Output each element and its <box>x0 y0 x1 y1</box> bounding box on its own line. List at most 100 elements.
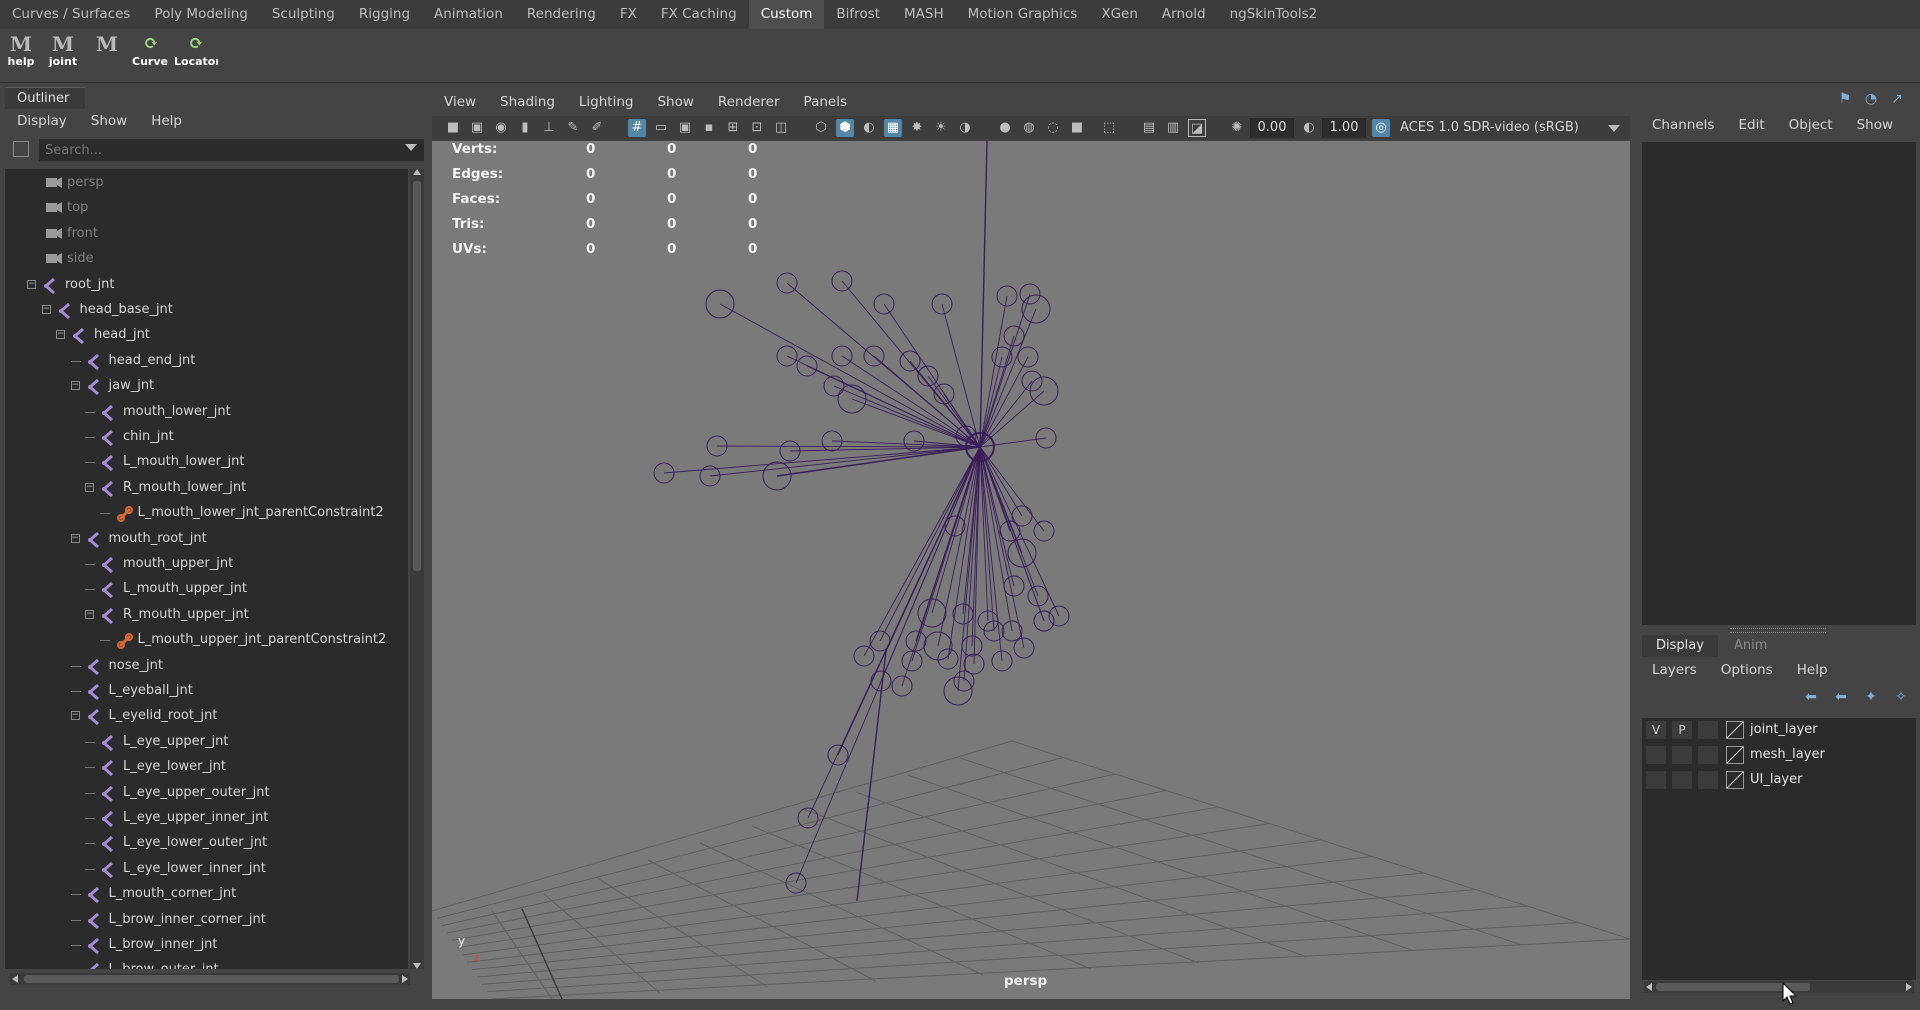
film-gate-icon[interactable]: ▭ <box>652 119 670 137</box>
layer-tab-anim[interactable]: Anim <box>1720 635 1790 657</box>
search-dropdown-icon[interactable] <box>405 144 417 151</box>
shelf-tab-rendering[interactable]: Rendering <box>515 0 608 29</box>
shelf-tab-mash[interactable]: MASH <box>892 0 956 29</box>
exposure-field[interactable]: 0.00 <box>1250 118 1294 138</box>
exposure-icon[interactable]: ✺ <box>1228 119 1246 137</box>
outliner-item[interactable]: head_end_jnt <box>5 349 405 374</box>
shelf-tab-animation[interactable]: Animation <box>422 0 515 29</box>
layer-row[interactable]: mesh_layer <box>1642 743 1916 767</box>
layer-menu-help[interactable]: Help <box>1785 662 1840 678</box>
layer-row[interactable]: V Pjoint_layer <box>1642 718 1916 742</box>
outliner-hscroll-thumb[interactable] <box>24 975 399 983</box>
grease-pencil-icon[interactable]: ✎ <box>564 119 582 137</box>
outliner-item[interactable]: side <box>5 247 405 272</box>
channel-box-menu-edit[interactable]: Edit <box>1726 117 1776 133</box>
shelf-tab-fx[interactable]: FX <box>608 0 649 29</box>
layer-visibility-toggle[interactable] <box>1646 746 1666 764</box>
two-d-pan-icon[interactable]: ⊥ <box>540 119 558 137</box>
move-layer-up-icon[interactable]: ⬅ <box>1802 688 1820 706</box>
image-plane-icon[interactable]: ▮ <box>516 119 534 137</box>
layer-playback-toggle[interactable] <box>1672 746 1692 764</box>
new-layer-selected-icon[interactable]: ✧ <box>1892 688 1910 706</box>
backface-culling-icon[interactable]: ◪ <box>1188 119 1206 137</box>
panel-splitter-handle[interactable] <box>1730 628 1826 633</box>
scroll-up-icon[interactable] <box>413 169 421 175</box>
collapse-toggle-icon[interactable]: − <box>70 533 80 543</box>
wireframe-on-shaded-icon[interactable]: ◐ <box>860 119 878 137</box>
outliner-item[interactable]: nose_jnt <box>5 654 405 679</box>
shelf-tab-xgen[interactable]: XGen <box>1089 0 1150 29</box>
outliner-menu-show[interactable]: Show <box>79 113 139 129</box>
layer-menu-options[interactable]: Options <box>1709 662 1785 678</box>
layer-row[interactable]: UI_layer <box>1642 768 1916 792</box>
search-input[interactable] <box>39 139 424 161</box>
shelf-tab-custom[interactable]: Custom <box>748 0 825 29</box>
shelf-tab-ngskintools2[interactable]: ngSkinTools2 <box>1218 0 1330 29</box>
textured-icon[interactable]: ▦ <box>884 119 902 137</box>
outliner-item[interactable]: L_mouth_lower_jnt_parentConstraint2 <box>5 501 405 526</box>
multisample-icon[interactable]: ◍ <box>1020 119 1038 137</box>
outliner-item[interactable]: chin_jnt <box>5 425 405 450</box>
outliner-item[interactable]: L_brow_inner_corner_jnt <box>5 908 405 933</box>
outliner-item[interactable]: L_eye_lower_inner_jnt <box>5 857 405 882</box>
outliner-item[interactable]: − R_mouth_lower_jnt <box>5 476 405 501</box>
collapse-toggle-icon[interactable]: − <box>85 609 94 619</box>
safe-action-icon[interactable]: ⊡ <box>748 119 766 137</box>
shelf-tab-motion-graphics[interactable]: Motion Graphics <box>956 0 1090 29</box>
outliner-horizontal-scrollbar[interactable] <box>10 973 410 985</box>
layer-menu-layers[interactable]: Layers <box>1640 662 1709 678</box>
ambient-occlusion-icon[interactable]: ◑ <box>956 119 974 137</box>
channel-box-toggle-icon[interactable]: ⚑ <box>1836 90 1854 108</box>
layer-display-type-toggle[interactable] <box>1698 746 1718 764</box>
wireframe-icon[interactable]: ⬡ <box>812 119 830 137</box>
use-all-lights-icon[interactable]: ✸ <box>908 119 926 137</box>
layer-color-icon[interactable] <box>1726 746 1744 764</box>
shelf-button-joint[interactable]: M joint <box>44 33 82 73</box>
viewport-menu-show[interactable]: Show <box>645 94 705 110</box>
viewport-3d[interactable]: Verts: 0 0 0 Edges: 0 0 0 Faces: 0 0 0 Tris: 0 0 0 UVs: 0… <box>432 141 1630 999</box>
scroll-right-icon[interactable] <box>1906 983 1912 991</box>
outliner-tab[interactable]: Outliner <box>5 87 85 109</box>
outliner-vertical-scrollbar[interactable] <box>410 169 424 969</box>
outliner-item[interactable]: − mouth_root_jnt <box>5 527 405 552</box>
collapse-toggle-icon[interactable]: − <box>41 305 51 314</box>
color-space-dropdown-icon[interactable] <box>1608 125 1620 132</box>
shelf-button-locator[interactable]: ⟳ Locator <box>174 33 218 73</box>
outliner-item[interactable]: L_mouth_upper_jnt_parentConstraint2 <box>5 628 405 653</box>
outliner-item[interactable]: L_mouth_corner_jnt <box>5 882 405 907</box>
shelf-tab-rigging[interactable]: Rigging <box>347 0 422 29</box>
shelf-tab-sculpting[interactable]: Sculpting <box>260 0 347 29</box>
new-layer-icon[interactable]: ✦ <box>1862 688 1880 706</box>
layer-display-type-toggle[interactable] <box>1698 721 1718 739</box>
channel-box-menu-channels[interactable]: Channels <box>1640 117 1726 133</box>
xray-joints-icon[interactable]: ▤ <box>1140 119 1158 137</box>
outliner-item[interactable]: L_eye_lower_outer_jnt <box>5 831 405 856</box>
shelf-button-curve[interactable]: ⟳ Curve C <box>132 33 170 73</box>
xray-icon[interactable]: ⬚ <box>1100 119 1118 137</box>
shelf-tab-fx-caching[interactable]: FX Caching <box>649 0 749 29</box>
layer-visibility-toggle[interactable] <box>1646 771 1666 789</box>
collapse-toggle-icon[interactable]: − <box>27 279 36 289</box>
shelf-tab-bifrost[interactable]: Bifrost <box>824 0 892 29</box>
layer-color-icon[interactable] <box>1726 771 1744 789</box>
outliner-item[interactable]: mouth_upper_jnt <box>5 552 405 577</box>
layer-color-icon[interactable] <box>1726 721 1744 739</box>
outliner-item[interactable]: L_eye_lower_jnt <box>5 755 405 780</box>
outliner-item[interactable]: L_mouth_upper_jnt <box>5 577 405 602</box>
viewport-menu-lighting[interactable]: Lighting <box>567 94 646 110</box>
shelf-tab-poly-modeling[interactable]: Poly Modeling <box>142 0 259 29</box>
move-layer-down-icon[interactable]: ⬅ <box>1832 688 1850 706</box>
grid-toggle-icon[interactable]: # <box>628 119 646 137</box>
outliner-menu-help[interactable]: Help <box>139 113 194 129</box>
collapse-toggle-icon[interactable]: − <box>85 482 94 492</box>
outliner-item[interactable]: front <box>5 222 405 247</box>
collapse-toggle-icon[interactable]: − <box>56 330 65 340</box>
scroll-down-icon[interactable] <box>413 963 421 969</box>
scroll-left-icon[interactable] <box>1646 983 1652 991</box>
isolate-select-icon[interactable]: ■ <box>1068 119 1086 137</box>
shelf-button-blank[interactable]: M <box>88 33 126 73</box>
resolution-gate-icon[interactable]: ▣ <box>676 119 694 137</box>
collapse-toggle-icon[interactable]: − <box>70 711 80 721</box>
attribute-editor-toggle-icon[interactable]: ◔ <box>1862 90 1880 108</box>
gate-mask-icon[interactable]: ▪ <box>700 119 718 137</box>
